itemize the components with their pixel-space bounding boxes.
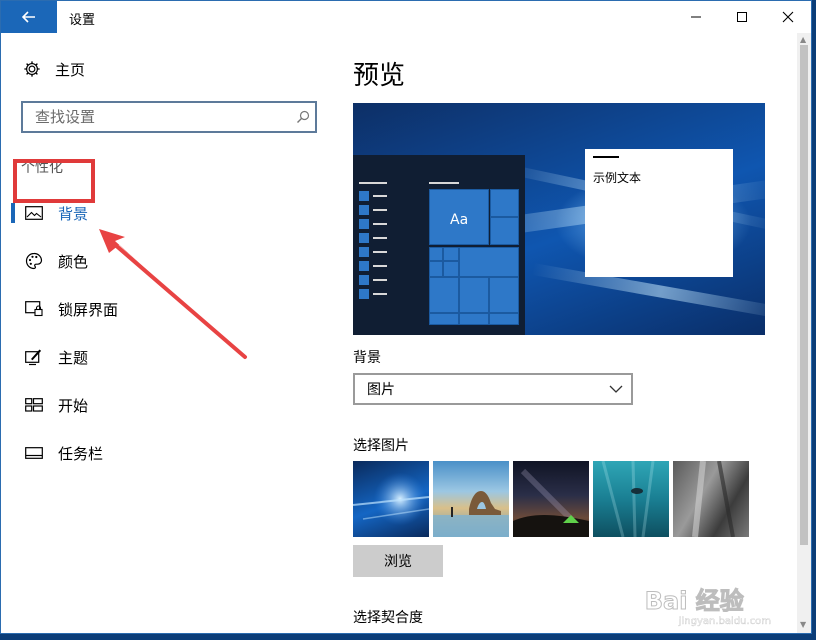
- baidu-watermark: Bai 经验 jingyan.baidu.com: [644, 581, 772, 628]
- watermark-logo: Bai 经验: [644, 587, 744, 616]
- annotation-arrow-icon: [99, 229, 247, 359]
- watermark-url: jingyan.baidu.com: [678, 616, 772, 627]
- settings-window: 设置 主页 个性化: [0, 0, 812, 634]
